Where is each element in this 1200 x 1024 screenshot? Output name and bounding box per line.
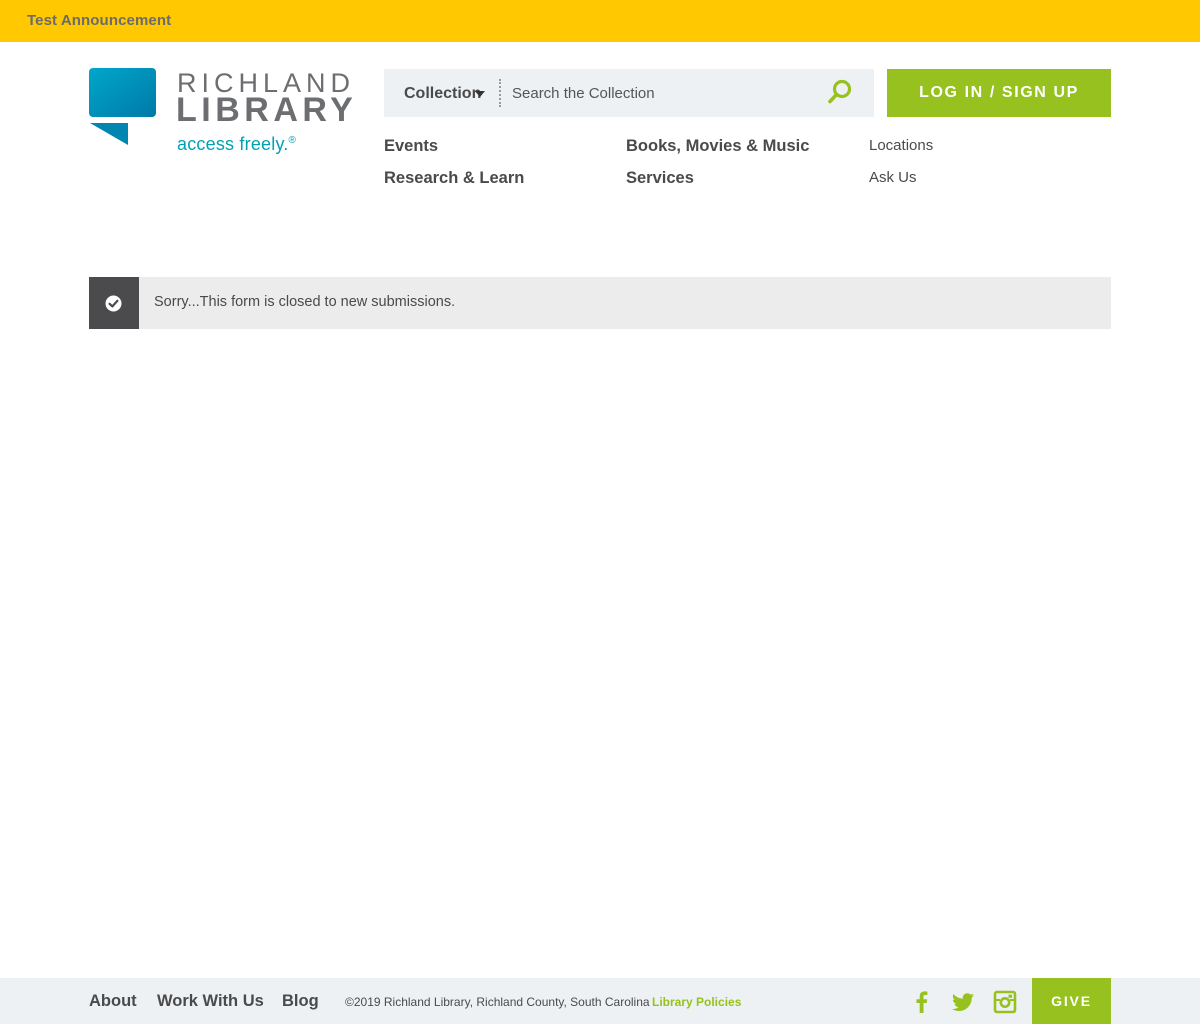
search-bar: Collection <box>384 69 874 117</box>
richland-library-logo[interactable]: RICHLAND LIBRARY access freely.® <box>89 68 353 158</box>
logo-tagline: access freely.® <box>177 134 296 155</box>
check-circle-icon <box>105 295 122 312</box>
nav-item-services[interactable]: Services <box>626 169 694 188</box>
footer: About Work With Us Blog ©2019 Richland L… <box>0 978 1200 1024</box>
instagram-icon <box>993 990 1017 1014</box>
form-closed-alert: Sorry...This form is closed to new submi… <box>89 277 1111 329</box>
library-policies-link[interactable]: Library Policies <box>652 995 741 1009</box>
search-icon <box>828 79 852 104</box>
logo-text-library: LIBRARY <box>176 91 358 129</box>
nav-item-events[interactable]: Events <box>384 137 438 156</box>
copyright-text: ©2019 Richland Library, Richland County,… <box>345 995 650 1009</box>
page: Test Announcement RICHLAND LIBRARY acces… <box>0 0 1200 1024</box>
logo-speech-bubble-icon <box>89 68 156 145</box>
announcement-link[interactable]: Test Announcement <box>27 12 171 29</box>
footer-link-work-with-us[interactable]: Work With Us <box>157 992 264 1011</box>
search-button[interactable] <box>824 78 856 108</box>
twitter-icon <box>952 993 974 1011</box>
nav-item-ask-us[interactable]: Ask Us <box>869 169 917 186</box>
instagram-link[interactable] <box>993 990 1017 1014</box>
login-signup-button[interactable]: LOG IN / SIGN UP <box>887 69 1111 117</box>
nav-item-locations[interactable]: Locations <box>869 137 933 154</box>
announcement-bar: Test Announcement <box>0 0 1200 42</box>
facebook-icon <box>916 991 928 1013</box>
twitter-link[interactable] <box>951 990 975 1014</box>
nav-item-research-learn[interactable]: Research & Learn <box>384 169 524 188</box>
search-type-label[interactable]: Collection <box>404 85 481 103</box>
search-input[interactable] <box>512 79 812 107</box>
footer-link-about[interactable]: About <box>89 992 137 1011</box>
nav-item-books-movies-music[interactable]: Books, Movies & Music <box>626 137 809 156</box>
give-button[interactable]: GIVE <box>1032 978 1111 1024</box>
logo-tagline-text: access freely. <box>177 134 289 154</box>
search-divider <box>499 79 501 107</box>
footer-link-blog[interactable]: Blog <box>282 992 319 1011</box>
alert-icon-box <box>89 277 139 329</box>
chevron-down-icon[interactable] <box>475 91 485 97</box>
facebook-link[interactable] <box>910 990 934 1014</box>
alert-message: Sorry...This form is closed to new submi… <box>154 294 456 310</box>
registered-mark: ® <box>288 135 297 146</box>
